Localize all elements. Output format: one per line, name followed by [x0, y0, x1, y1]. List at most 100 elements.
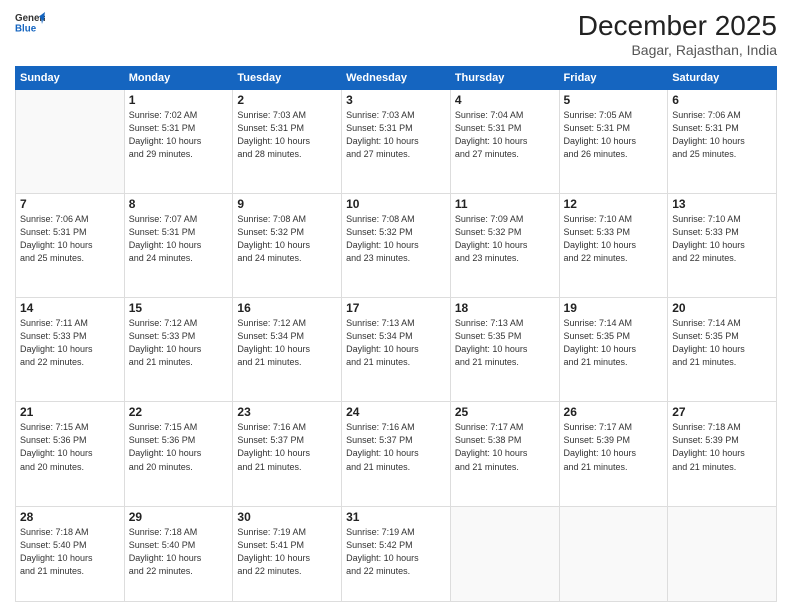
day-number: 7 — [20, 197, 120, 211]
day-info: Sunrise: 7:07 AMSunset: 5:31 PMDaylight:… — [129, 213, 229, 265]
day-number: 15 — [129, 301, 229, 315]
col-friday: Friday — [559, 67, 668, 90]
table-row: 18 Sunrise: 7:13 AMSunset: 5:35 PMDayligh… — [450, 298, 559, 402]
title-section: December 2025 Bagar, Rajasthan, India — [578, 10, 777, 58]
table-row: 7 Sunrise: 7:06 AMSunset: 5:31 PMDaylight… — [16, 194, 125, 298]
day-info: Sunrise: 7:11 AMSunset: 5:33 PMDaylight:… — [20, 317, 120, 369]
day-info: Sunrise: 7:16 AMSunset: 5:37 PMDaylight:… — [346, 421, 446, 473]
col-sunday: Sunday — [16, 67, 125, 90]
day-number: 8 — [129, 197, 229, 211]
day-info: Sunrise: 7:10 AMSunset: 5:33 PMDaylight:… — [564, 213, 664, 265]
day-number: 13 — [672, 197, 772, 211]
table-row: 28 Sunrise: 7:18 AMSunset: 5:40 PMDayligh… — [16, 506, 125, 602]
day-number: 24 — [346, 405, 446, 419]
day-info: Sunrise: 7:18 AMSunset: 5:39 PMDaylight:… — [672, 421, 772, 473]
day-info: Sunrise: 7:17 AMSunset: 5:38 PMDaylight:… — [455, 421, 555, 473]
day-info: Sunrise: 7:06 AMSunset: 5:31 PMDaylight:… — [672, 109, 772, 161]
day-number: 2 — [237, 93, 337, 107]
day-number: 9 — [237, 197, 337, 211]
table-row: 2 Sunrise: 7:03 AMSunset: 5:31 PMDaylight… — [233, 90, 342, 194]
day-info: Sunrise: 7:04 AMSunset: 5:31 PMDaylight:… — [455, 109, 555, 161]
day-info: Sunrise: 7:12 AMSunset: 5:34 PMDaylight:… — [237, 317, 337, 369]
col-saturday: Saturday — [668, 67, 777, 90]
day-number: 26 — [564, 405, 664, 419]
day-info: Sunrise: 7:18 AMSunset: 5:40 PMDaylight:… — [129, 526, 229, 578]
table-row: 14 Sunrise: 7:11 AMSunset: 5:33 PMDayligh… — [16, 298, 125, 402]
table-row: 29 Sunrise: 7:18 AMSunset: 5:40 PMDayligh… — [124, 506, 233, 602]
page: General Blue December 2025 Bagar, Rajast… — [0, 0, 792, 612]
day-number: 27 — [672, 405, 772, 419]
day-info: Sunrise: 7:18 AMSunset: 5:40 PMDaylight:… — [20, 526, 120, 578]
day-number: 18 — [455, 301, 555, 315]
day-info: Sunrise: 7:12 AMSunset: 5:33 PMDaylight:… — [129, 317, 229, 369]
day-info: Sunrise: 7:15 AMSunset: 5:36 PMDaylight:… — [20, 421, 120, 473]
table-row — [450, 506, 559, 602]
day-number: 19 — [564, 301, 664, 315]
day-info: Sunrise: 7:05 AMSunset: 5:31 PMDaylight:… — [564, 109, 664, 161]
table-row: 10 Sunrise: 7:08 AMSunset: 5:32 PMDayligh… — [342, 194, 451, 298]
table-row: 1 Sunrise: 7:02 AMSunset: 5:31 PMDaylight… — [124, 90, 233, 194]
day-info: Sunrise: 7:17 AMSunset: 5:39 PMDaylight:… — [564, 421, 664, 473]
day-number: 4 — [455, 93, 555, 107]
table-row: 15 Sunrise: 7:12 AMSunset: 5:33 PMDayligh… — [124, 298, 233, 402]
day-number: 28 — [20, 510, 120, 524]
day-info: Sunrise: 7:19 AMSunset: 5:41 PMDaylight:… — [237, 526, 337, 578]
table-row: 16Sunrise: 7:12 AMSunset: 5:34 PMDayligh… — [233, 298, 342, 402]
day-info: Sunrise: 7:03 AMSunset: 5:31 PMDaylight:… — [346, 109, 446, 161]
logo-icon: General Blue — [15, 10, 45, 35]
day-info: Sunrise: 7:08 AMSunset: 5:32 PMDaylight:… — [237, 213, 337, 265]
day-number: 10 — [346, 197, 446, 211]
table-row: 8 Sunrise: 7:07 AMSunset: 5:31 PMDaylight… — [124, 194, 233, 298]
day-number: 17 — [346, 301, 446, 315]
month-title: December 2025 — [578, 10, 777, 42]
day-info: Sunrise: 7:14 AMSunset: 5:35 PMDaylight:… — [564, 317, 664, 369]
table-row: 31 Sunrise: 7:19 AMSunset: 5:42 PMDayligh… — [342, 506, 451, 602]
day-number: 23 — [237, 405, 337, 419]
day-number: 3 — [346, 93, 446, 107]
col-tuesday: Tuesday — [233, 67, 342, 90]
day-number: 31 — [346, 510, 446, 524]
col-monday: Monday — [124, 67, 233, 90]
day-number: 14 — [20, 301, 120, 315]
day-info: Sunrise: 7:13 AMSunset: 5:34 PMDaylight:… — [346, 317, 446, 369]
day-info: Sunrise: 7:15 AMSunset: 5:36 PMDaylight:… — [129, 421, 229, 473]
day-number: 22 — [129, 405, 229, 419]
day-info: Sunrise: 7:08 AMSunset: 5:32 PMDaylight:… — [346, 213, 446, 265]
table-row: 21 Sunrise: 7:15 AMSunset: 5:36 PMDayligh… — [16, 402, 125, 506]
day-info: Sunrise: 7:13 AMSunset: 5:35 PMDaylight:… — [455, 317, 555, 369]
location-subtitle: Bagar, Rajasthan, India — [578, 42, 777, 58]
table-row: 17 Sunrise: 7:13 AMSunset: 5:34 PMDayligh… — [342, 298, 451, 402]
day-number: 1 — [129, 93, 229, 107]
day-info: Sunrise: 7:03 AMSunset: 5:31 PMDaylight:… — [237, 109, 337, 161]
table-row: 9 Sunrise: 7:08 AMSunset: 5:32 PMDaylight… — [233, 194, 342, 298]
day-info: Sunrise: 7:19 AMSunset: 5:42 PMDaylight:… — [346, 526, 446, 578]
table-row — [16, 90, 125, 194]
day-info: Sunrise: 7:10 AMSunset: 5:33 PMDaylight:… — [672, 213, 772, 265]
table-row: 23Sunrise: 7:16 AMSunset: 5:37 PMDayligh… — [233, 402, 342, 506]
table-row: 11Sunrise: 7:09 AMSunset: 5:32 PMDayligh… — [450, 194, 559, 298]
calendar-table: Sunday Monday Tuesday Wednesday Thursday… — [15, 66, 777, 602]
day-info: Sunrise: 7:02 AMSunset: 5:31 PMDaylight:… — [129, 109, 229, 161]
table-row: 30Sunrise: 7:19 AMSunset: 5:41 PMDayligh… — [233, 506, 342, 602]
table-row: 12 Sunrise: 7:10 AMSunset: 5:33 PMDayligh… — [559, 194, 668, 298]
day-info: Sunrise: 7:06 AMSunset: 5:31 PMDaylight:… — [20, 213, 120, 265]
table-row: 3 Sunrise: 7:03 AMSunset: 5:31 PMDaylight… — [342, 90, 451, 194]
table-row: 26 Sunrise: 7:17 AMSunset: 5:39 PMDayligh… — [559, 402, 668, 506]
day-number: 12 — [564, 197, 664, 211]
logo: General Blue — [15, 10, 45, 35]
table-row: 19 Sunrise: 7:14 AMSunset: 5:35 PMDayligh… — [559, 298, 668, 402]
calendar-header-row: Sunday Monday Tuesday Wednesday Thursday… — [16, 67, 777, 90]
svg-text:General: General — [15, 13, 45, 24]
day-number: 5 — [564, 93, 664, 107]
day-info: Sunrise: 7:14 AMSunset: 5:35 PMDaylight:… — [672, 317, 772, 369]
table-row: 24 Sunrise: 7:16 AMSunset: 5:37 PMDayligh… — [342, 402, 451, 506]
table-row: 5 Sunrise: 7:05 AMSunset: 5:31 PMDaylight… — [559, 90, 668, 194]
table-row: 27 Sunrise: 7:18 AMSunset: 5:39 PMDayligh… — [668, 402, 777, 506]
table-row — [668, 506, 777, 602]
table-row: 25Sunrise: 7:17 AMSunset: 5:38 PMDayligh… — [450, 402, 559, 506]
day-number: 21 — [20, 405, 120, 419]
day-number: 29 — [129, 510, 229, 524]
header: General Blue December 2025 Bagar, Rajast… — [15, 10, 777, 58]
table-row: 13 Sunrise: 7:10 AMSunset: 5:33 PMDayligh… — [668, 194, 777, 298]
day-number: 6 — [672, 93, 772, 107]
